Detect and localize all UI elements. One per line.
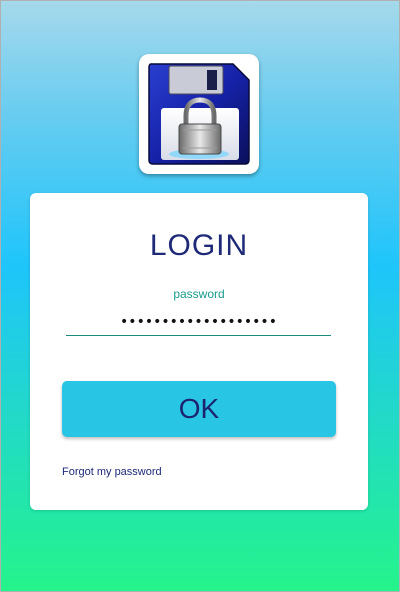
- password-label: password: [173, 287, 225, 301]
- ok-button[interactable]: OK: [62, 381, 336, 437]
- login-title: LOGIN: [149, 229, 249, 262]
- password-field[interactable]: [66, 309, 331, 336]
- login-card: LOGIN password OK Forgot my password: [30, 193, 368, 510]
- login-screen: { "app_icon": { "icon": "floppy-disk-loc…: [0, 0, 400, 592]
- forgot-password-link[interactable]: Forgot my password: [62, 466, 162, 478]
- floppy-disk-lock-icon: [139, 54, 259, 174]
- floppy-disk-lock-graphic: [148, 63, 250, 165]
